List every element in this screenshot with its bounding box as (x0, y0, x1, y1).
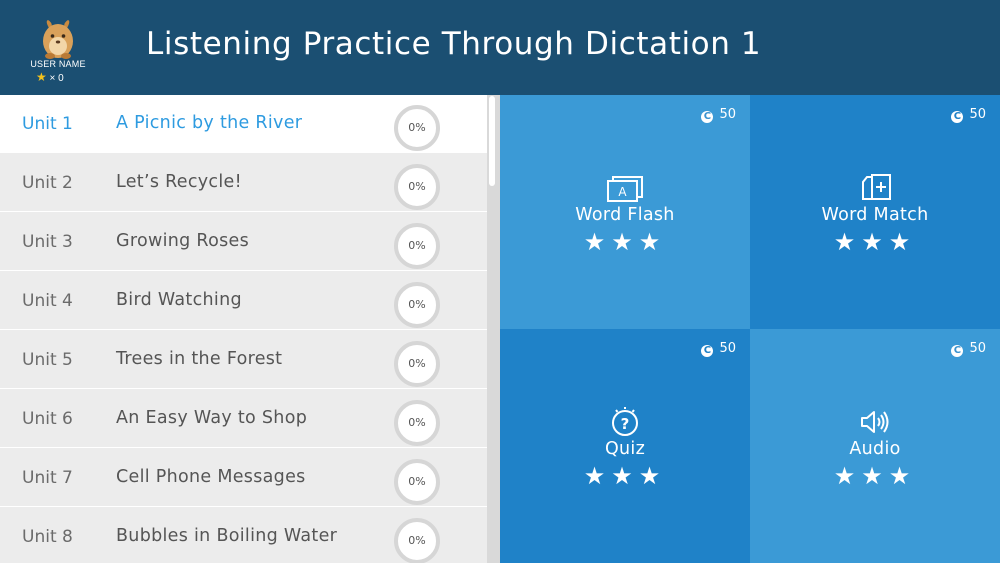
star-icon: ★ (833, 462, 862, 490)
word-match-tile[interactable]: C 50 Word Match ★★★ (750, 95, 1000, 329)
progress-ring: 0% (394, 518, 440, 563)
coin-icon: C (701, 111, 714, 123)
activity-label: Quiz (604, 439, 646, 459)
unit-number: Unit 4 (22, 291, 73, 311)
unit-row-1[interactable]: Unit 1 A Picnic by the River 0% (0, 95, 487, 153)
star-icon: ★ (583, 228, 612, 256)
unit-title: Bird Watching (116, 290, 242, 310)
progress-ring: 0% (394, 459, 440, 505)
unit-row-2[interactable]: Unit 2 Let’s Recycle! 0% (0, 154, 487, 212)
unit-list: Unit 1 A Picnic by the River 0% Unit 2 L… (0, 95, 487, 563)
points-value: 50 (719, 107, 736, 122)
points-value: 50 (969, 341, 986, 356)
unit-row-5[interactable]: Unit 5 Trees in the Forest 0% (0, 331, 487, 389)
audio-tile[interactable]: C 50 Audio ★★★ (750, 329, 1000, 563)
unit-title: Bubbles in Boiling Water (116, 526, 338, 546)
points-badge: C 50 (701, 107, 736, 123)
scrollbar-thumb[interactable] (489, 96, 495, 186)
star-icon: ★ (638, 228, 667, 256)
unit-number: Unit 2 (22, 173, 73, 193)
unit-title: Cell Phone Messages (116, 467, 306, 487)
unit-row-6[interactable]: Unit 6 An Easy Way to Shop 0% (0, 390, 487, 448)
star-icon: ★ (861, 462, 889, 490)
user-star-count: ★ × 0 (36, 70, 64, 84)
coin-icon: C (951, 345, 964, 357)
unit-title: Trees in the Forest (116, 349, 283, 369)
coin-icon: C (701, 345, 714, 357)
activity-label: Word Match (821, 205, 929, 225)
unit-title: Growing Roses (116, 231, 249, 251)
rating-stars: ★★★ (500, 462, 750, 490)
avatar-icon (43, 20, 73, 59)
progress-ring: 0% (394, 282, 440, 328)
quiz-tile[interactable]: C 50 ? Quiz ★★★ (500, 329, 750, 563)
unit-number: Unit 3 (22, 232, 73, 252)
unit-number: Unit 1 (22, 114, 73, 134)
word-flash-icon: A (607, 176, 643, 202)
progress-value: 0% (408, 475, 426, 488)
unit-title: A Picnic by the River (116, 113, 303, 133)
star-icon: ★ (36, 70, 47, 84)
audio-icon (861, 411, 889, 433)
star-icon: ★ (638, 462, 667, 490)
star-icon: ★ (833, 228, 862, 256)
unit-number: Unit 8 (22, 527, 73, 547)
app-header: USER NAME ★ × 0 Listening Practice Throu… (0, 0, 1000, 95)
unit-number: Unit 5 (22, 350, 73, 370)
progress-value: 0% (408, 121, 426, 134)
coin-icon: C (951, 111, 964, 123)
points-badge: C 50 (701, 341, 736, 357)
unit-number: Unit 6 (22, 409, 73, 429)
star-icon: ★ (888, 462, 917, 490)
activity-label: Audio (849, 439, 901, 459)
progress-value: 0% (408, 534, 426, 547)
svg-text:A: A (618, 185, 627, 199)
unit-title: An Easy Way to Shop (116, 408, 308, 428)
progress-value: 0% (408, 416, 426, 429)
progress-ring: 0% (394, 105, 440, 151)
unit-number: Unit 7 (22, 468, 73, 488)
progress-ring: 0% (394, 400, 440, 446)
svg-text:?: ? (621, 415, 630, 433)
page-title: Listening Practice Through Dictation 1 (146, 26, 762, 62)
star-icon: ★ (611, 228, 639, 256)
user-profile[interactable]: USER NAME ★ × 0 (22, 18, 94, 84)
progress-ring: 0% (394, 164, 440, 210)
star-icon: ★ (861, 228, 889, 256)
star-icon: ★ (611, 462, 639, 490)
word-match-icon (862, 174, 891, 200)
progress-value: 0% (408, 239, 426, 252)
activity-label: Word Flash (575, 205, 675, 225)
star-count-text: × 0 (49, 73, 64, 84)
unit-row-3[interactable]: Unit 3 Growing Roses 0% (0, 213, 487, 271)
points-value: 50 (969, 107, 986, 122)
progress-value: 0% (408, 357, 426, 370)
progress-value: 0% (408, 298, 426, 311)
star-icon: ★ (583, 462, 612, 490)
unit-row-8[interactable]: Unit 8 Bubbles in Boiling Water 0% (0, 508, 487, 563)
star-icon: ★ (888, 228, 917, 256)
unit-row-7[interactable]: Unit 7 Cell Phone Messages 0% (0, 449, 487, 507)
progress-value: 0% (408, 180, 426, 193)
unit-title: Let’s Recycle! (116, 172, 242, 192)
user-name: USER NAME (30, 59, 86, 69)
rating-stars: ★★★ (750, 462, 1000, 490)
unit-row-4[interactable]: Unit 4 Bird Watching 0% (0, 272, 487, 330)
progress-ring: 0% (394, 341, 440, 387)
progress-ring: 0% (394, 223, 440, 269)
points-value: 50 (719, 341, 736, 356)
points-badge: C 50 (951, 341, 986, 357)
rating-stars: ★★★ (500, 228, 750, 256)
points-badge: C 50 (951, 107, 986, 123)
quiz-icon: ? (612, 407, 638, 436)
rating-stars: ★★★ (750, 228, 1000, 256)
word-flash-tile[interactable]: C 50 A Word Flash ★★★ (500, 95, 750, 329)
